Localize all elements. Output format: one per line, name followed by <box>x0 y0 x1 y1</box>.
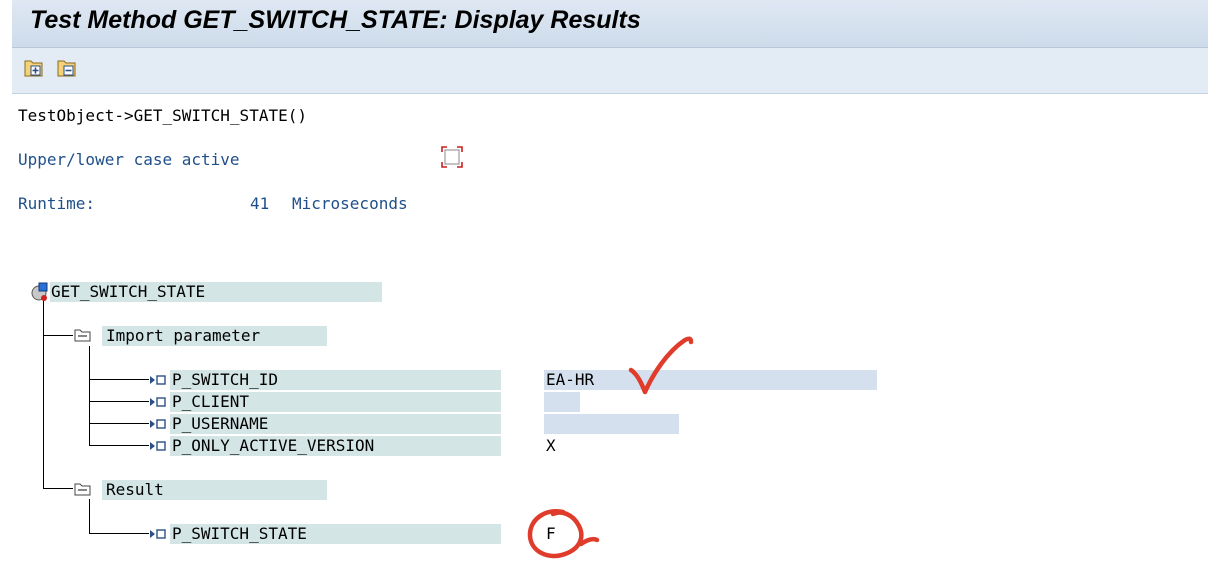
param-value: X <box>546 436 556 455</box>
runtime-label: Runtime: <box>18 194 96 213</box>
runtime-unit: Microseconds <box>292 194 408 213</box>
red-circle-annotation <box>527 508 600 559</box>
runtime-value: 41 <box>250 194 270 213</box>
root-node-label: GET_SWITCH_STATE <box>51 282 206 301</box>
tree-line <box>43 300 44 488</box>
case-checkbox[interactable] <box>441 146 463 168</box>
application-toolbar <box>12 48 1208 94</box>
param-node[interactable]: P_ONLY_ACTIVE_VERSION <box>170 436 501 456</box>
red-checkmark-annotation <box>628 336 694 395</box>
root-node[interactable]: GET_SWITCH_STATE <box>50 282 382 302</box>
folder-open-icon[interactable] <box>74 481 92 497</box>
collapse-all-icon[interactable] <box>56 57 78 79</box>
parameter-icon <box>150 529 166 539</box>
tree-line <box>89 445 149 446</box>
tree-line <box>43 488 73 489</box>
left-frame-edge <box>0 0 12 585</box>
result-param-node[interactable]: P_SWITCH_STATE <box>170 524 501 544</box>
title-bar: Test Method GET_SWITCH_STATE: Display Re… <box>12 0 1208 48</box>
tree-line <box>43 335 73 336</box>
expand-all-icon[interactable] <box>23 57 45 79</box>
param-name: P_CLIENT <box>172 392 250 411</box>
param-value-field <box>544 392 580 412</box>
param-node[interactable]: P_SWITCH_ID <box>170 370 501 390</box>
param-value-field <box>544 414 679 434</box>
page-title: Test Method GET_SWITCH_STATE: Display Re… <box>30 6 641 34</box>
case-label: Upper/lower case active <box>18 150 240 169</box>
tree-line <box>89 346 90 446</box>
parameter-icon <box>150 397 166 407</box>
param-node[interactable]: P_CLIENT <box>170 392 501 412</box>
result-folder[interactable]: Result <box>102 480 327 500</box>
folder-open-icon[interactable] <box>74 327 92 343</box>
param-value: EA-HR <box>546 370 595 389</box>
parameter-icon <box>150 419 166 429</box>
parameter-icon <box>150 375 166 385</box>
tree-line <box>89 401 149 402</box>
method-call-text: TestObject->GET_SWITCH_STATE() <box>18 106 307 125</box>
results-area: TestObject->GET_SWITCH_STATE() Upper/low… <box>12 94 1208 585</box>
tree-line <box>89 499 90 533</box>
method-node-icon <box>31 282 48 301</box>
result-param-name: P_SWITCH_STATE <box>172 524 307 543</box>
param-name: P_SWITCH_ID <box>172 370 278 389</box>
param-node[interactable]: P_USERNAME <box>170 414 501 434</box>
parameter-icon <box>150 441 166 451</box>
import-parameter-folder[interactable]: Import parameter <box>102 326 327 346</box>
param-name: P_ONLY_ACTIVE_VERSION <box>172 436 375 455</box>
result-folder-label: Result <box>106 480 164 499</box>
tree-line <box>89 379 149 380</box>
tree-line <box>89 533 149 534</box>
param-value-field: EA-HR <box>544 370 877 390</box>
param-name: P_USERNAME <box>172 414 269 433</box>
import-folder-label: Import parameter <box>106 326 261 345</box>
tree-line <box>89 423 149 424</box>
